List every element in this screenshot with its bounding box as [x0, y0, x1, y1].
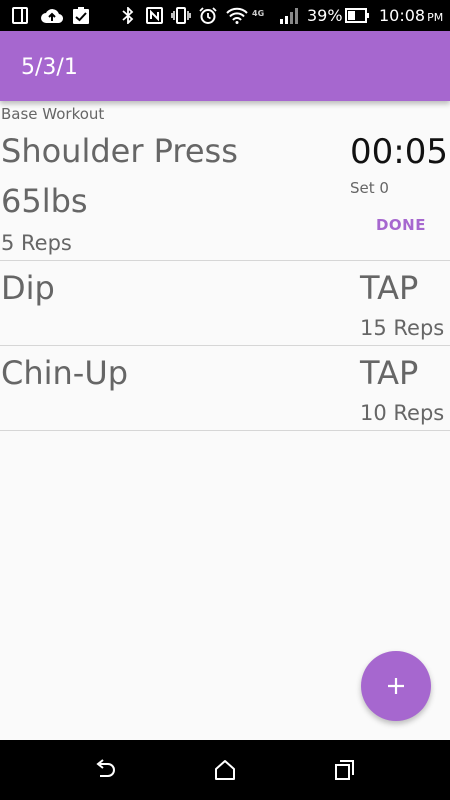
tap-button[interactable]: TAP [360, 269, 418, 307]
battery-icon [345, 8, 369, 23]
done-button[interactable]: DONE [368, 211, 434, 239]
clock-time: 10:08 [379, 6, 426, 25]
set-counter: Set 0 [350, 179, 389, 197]
battery-percent: 39% [307, 6, 343, 25]
back-icon[interactable] [93, 759, 117, 781]
rest-timer: 00:05 [350, 132, 448, 172]
exercise-weight: 65lbs [1, 182, 88, 220]
exercise-reps: 5 Reps [1, 231, 72, 255]
section-label: Base Workout [1, 105, 105, 123]
recents-icon[interactable] [334, 759, 356, 781]
vibrate-icon [171, 7, 191, 24]
home-icon[interactable] [214, 759, 236, 781]
exercise-name: Shoulder Press [1, 132, 238, 170]
navigation-bar [0, 740, 450, 800]
tablet-notification-icon [12, 7, 28, 24]
plus-icon [388, 678, 404, 694]
network-type-label: 4G [252, 9, 265, 18]
exercise-name: Chin-Up [1, 354, 129, 392]
exercise-name: Dip [1, 269, 55, 307]
exercise-reps: 15 Reps [360, 316, 445, 340]
wifi-icon [226, 7, 248, 24]
alarm-icon [199, 7, 217, 24]
clock-ampm: PM [427, 11, 444, 24]
add-exercise-fab[interactable] [361, 651, 431, 721]
bluetooth-icon [122, 7, 134, 24]
cloud-upload-icon [41, 9, 63, 24]
status-bar: 4G 39% 10:08 PM [0, 0, 450, 31]
row-divider [0, 345, 450, 346]
clipboard-check-icon [73, 7, 89, 24]
nfc-icon [146, 7, 163, 24]
app-bar: 5/3/1 [0, 31, 450, 101]
app-title: 5/3/1 [21, 55, 78, 80]
status-clock: 10:08 PM [379, 6, 443, 27]
row-divider [0, 260, 450, 261]
exercise-reps: 10 Reps [360, 401, 445, 425]
signal-strength-icon [280, 8, 298, 24]
tap-button[interactable]: TAP [360, 354, 418, 392]
row-divider [0, 430, 450, 431]
